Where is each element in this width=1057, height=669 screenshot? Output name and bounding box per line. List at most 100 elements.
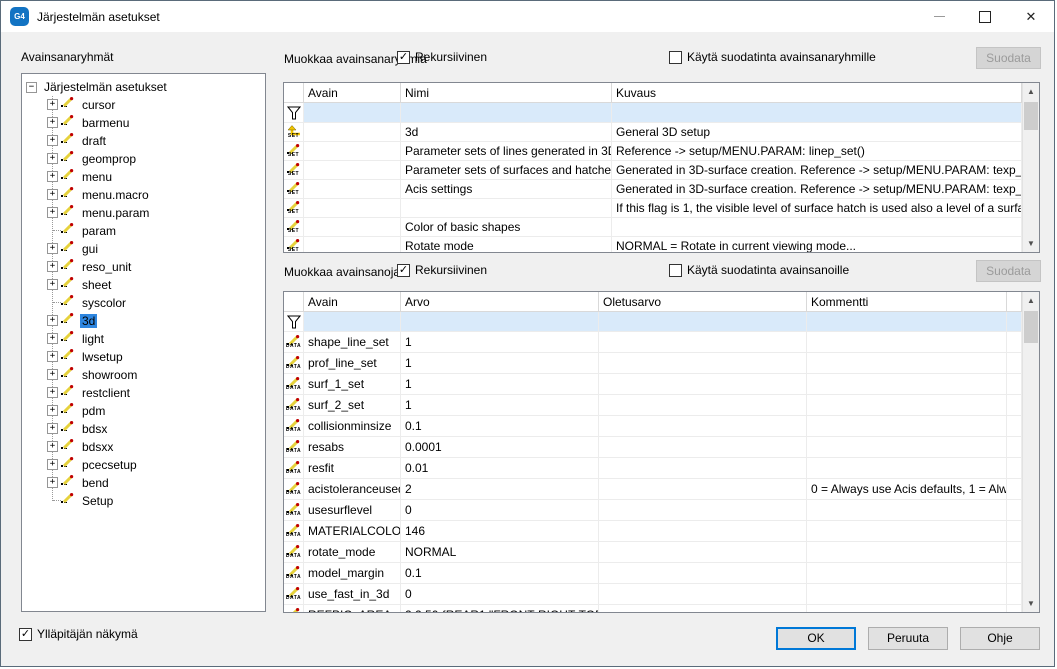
groups-filter-button[interactable]: Suodata (976, 47, 1041, 69)
expand-icon[interactable]: + (47, 459, 58, 470)
cell-kuvaus[interactable]: If this flag is 1, the visible level of … (612, 199, 1022, 217)
filter-row[interactable] (284, 312, 1022, 332)
cell-oletusarvo[interactable] (599, 584, 807, 604)
cell-avain[interactable]: usesurflevel (304, 500, 401, 520)
column-header-nimi[interactable]: Nimi (401, 83, 612, 102)
cell-blank[interactable] (1007, 563, 1022, 583)
expand-icon[interactable]: + (47, 405, 58, 416)
checkbox-box[interactable]: ✓ (397, 264, 410, 277)
cell-nimi[interactable]: 3d (401, 123, 612, 141)
keyword-table-row[interactable]: DATAMATERIALCOLOR146 (284, 521, 1022, 542)
tree-item-param[interactable]: param (22, 222, 265, 240)
keyword-table-row[interactable]: DATAcollisionminsize0.1 (284, 416, 1022, 437)
column-header-kuvaus[interactable]: Kuvaus (612, 83, 1022, 102)
group-table-row[interactable]: SETRotate modeNORMAL = Rotate in current… (284, 237, 1022, 252)
cell-nimi[interactable]: Parameter sets of surfaces and hatches (401, 161, 612, 179)
cell-arvo[interactable]: 2 2 50 {REAR1 "FRONT-RIGHT-TOP"} (401, 605, 599, 612)
cell-blank[interactable] (1007, 542, 1022, 562)
cell-avain[interactable]: collisionminsize (304, 416, 401, 436)
expand-icon[interactable]: + (47, 243, 58, 254)
cell-arvo[interactable]: 0.1 (401, 563, 599, 583)
minimize-button[interactable] (916, 1, 962, 32)
cell-blank[interactable] (1007, 521, 1022, 541)
expand-icon[interactable]: + (47, 351, 58, 362)
keywords-use-filter-checkbox[interactable]: Käytä suodatinta avainsanoille (669, 263, 849, 277)
cell-arvo[interactable]: 1 (401, 332, 599, 352)
tree-item-menu-param[interactable]: +menu.param (22, 204, 265, 222)
cell-oletusarvo[interactable] (599, 458, 807, 478)
cell-kommentti[interactable] (807, 584, 1007, 604)
expand-icon[interactable]: + (47, 423, 58, 434)
tree-item-pcecsetup[interactable]: +pcecsetup (22, 456, 265, 474)
cell-avain[interactable] (304, 123, 401, 141)
cell-avain[interactable] (304, 199, 401, 217)
column-header-avain[interactable]: Avain (304, 83, 401, 102)
keyword-table-row[interactable]: DATAresabs0.0001 (284, 437, 1022, 458)
cell-arvo[interactable]: 0 (401, 500, 599, 520)
groups-use-filter-checkbox[interactable]: Käytä suodatinta avainsanaryhmille (669, 50, 876, 64)
tree-item-barmenu[interactable]: +barmenu (22, 114, 265, 132)
cell-arvo[interactable]: 0 (401, 584, 599, 604)
tree-item-lwsetup[interactable]: +lwsetup (22, 348, 265, 366)
cell-avain[interactable] (304, 161, 401, 179)
cell-kommentti[interactable] (807, 416, 1007, 436)
filter-cell[interactable] (304, 312, 401, 331)
cell-avain[interactable] (304, 218, 401, 236)
cell-nimi[interactable]: Rotate mode (401, 237, 612, 252)
tree-root-item[interactable]: −Järjestelmän asetukset (22, 78, 265, 96)
cell-arvo[interactable]: 0.0001 (401, 437, 599, 457)
cell-blank[interactable] (1007, 458, 1022, 478)
cell-kommentti[interactable] (807, 500, 1007, 520)
close-button[interactable]: ✕ (1008, 1, 1054, 32)
filter-cell[interactable] (807, 312, 1007, 331)
checkbox-box[interactable]: ✓ (19, 628, 32, 641)
cell-oletusarvo[interactable] (599, 563, 807, 583)
cell-avain[interactable] (304, 237, 401, 252)
cell-kommentti[interactable] (807, 563, 1007, 583)
cell-oletusarvo[interactable] (599, 416, 807, 436)
scroll-down-icon[interactable]: ▼ (1023, 235, 1039, 252)
column-header-avain[interactable]: Avain (304, 292, 401, 311)
cell-nimi[interactable]: Acis settings (401, 180, 612, 198)
tree-item-bdsxx[interactable]: +bdsxx (22, 438, 265, 456)
tree-item-light[interactable]: +light (22, 330, 265, 348)
keyword-table-row[interactable]: DATAsurf_2_set1 (284, 395, 1022, 416)
keyword-table-row[interactable]: DATAresfit0.01 (284, 458, 1022, 479)
cell-blank[interactable] (1007, 500, 1022, 520)
expand-icon[interactable]: + (47, 135, 58, 146)
filter-cell[interactable] (304, 103, 401, 122)
scroll-up-icon[interactable]: ▲ (1023, 83, 1039, 100)
cell-oletusarvo[interactable] (599, 332, 807, 352)
expand-icon[interactable]: + (47, 117, 58, 128)
tree-item-cursor[interactable]: +cursor (22, 96, 265, 114)
tree-item-gui[interactable]: +gui (22, 240, 265, 258)
cell-avain[interactable]: rotate_mode (304, 542, 401, 562)
cell-blank[interactable] (1007, 332, 1022, 352)
cell-kuvaus[interactable]: Generated in 3D-surface creation. Refere… (612, 180, 1022, 198)
cell-kommentti[interactable]: 0 = Always use Acis defaults, 1 = Alway.… (807, 479, 1007, 499)
cell-arvo[interactable]: 146 (401, 521, 599, 541)
groups-table-scrollbar[interactable]: ▲ ▼ (1022, 83, 1039, 252)
cell-arvo[interactable]: 0.1 (401, 416, 599, 436)
cell-avain[interactable]: acistoleranceused (304, 479, 401, 499)
cell-kommentti[interactable] (807, 605, 1007, 612)
keywords-recursive-checkbox[interactable]: ✓Rekursiivinen (397, 263, 487, 277)
cell-oletusarvo[interactable] (599, 479, 807, 499)
maximize-button[interactable] (962, 1, 1008, 32)
expand-icon[interactable]: + (47, 261, 58, 272)
tree-item-reso-unit[interactable]: +reso_unit (22, 258, 265, 276)
cell-avain[interactable]: resfit (304, 458, 401, 478)
cell-oletusarvo[interactable] (599, 521, 807, 541)
expand-icon[interactable]: + (47, 477, 58, 488)
cell-oletusarvo[interactable] (599, 437, 807, 457)
cell-kuvaus[interactable]: General 3D setup (612, 123, 1022, 141)
column-header-blank[interactable] (284, 83, 304, 102)
cell-kuvaus[interactable]: Generated in 3D-surface creation. Refere… (612, 161, 1022, 179)
expand-icon[interactable]: + (47, 99, 58, 110)
checkbox-box[interactable]: ✓ (397, 51, 410, 64)
cell-kommentti[interactable] (807, 395, 1007, 415)
group-table-row[interactable]: SETAcis settingsGenerated in 3D-surface … (284, 180, 1022, 199)
cell-blank[interactable] (1007, 584, 1022, 604)
cell-blank[interactable] (1007, 479, 1022, 499)
tree-item-draft[interactable]: +draft (22, 132, 265, 150)
